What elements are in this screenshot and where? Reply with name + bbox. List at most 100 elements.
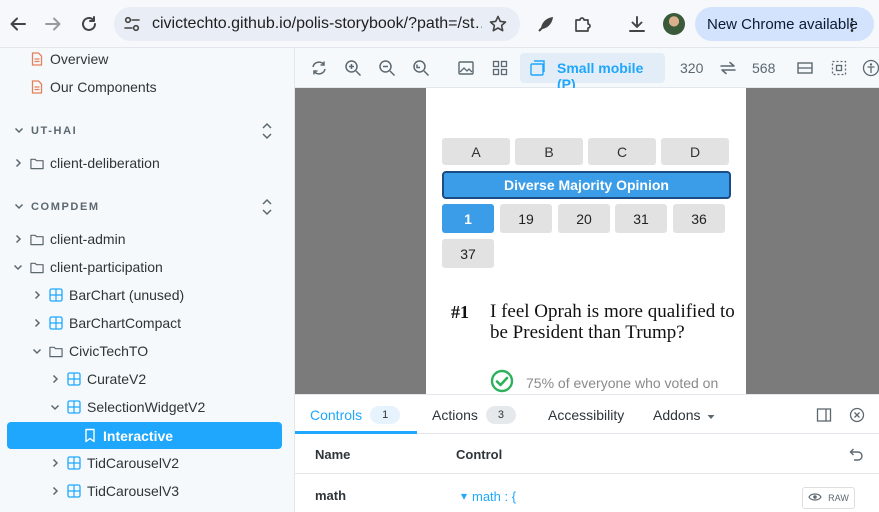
site-settings-icon[interactable] (123, 15, 141, 33)
tab-label: Controls (310, 407, 363, 423)
table-row: math ▾ math : { RAW (295, 474, 879, 512)
tab-accessibility[interactable]: Accessibility (548, 395, 624, 435)
sidebar-item-selectionwidgetv2[interactable]: SelectionWidgetV2 (49, 394, 205, 420)
tab-label: Actions (432, 407, 478, 423)
agree-summary-text: 75% of everyone who voted on (526, 375, 719, 391)
panel-orientation-icon[interactable] (814, 405, 834, 425)
outline-icon[interactable] (829, 58, 849, 78)
chevron-right-icon (49, 373, 61, 385)
sidebar-item-label: BarChart (unused) (69, 287, 185, 303)
chevron-down-icon (12, 261, 24, 273)
viewport-icon (528, 59, 546, 82)
section-compdem[interactable]: COMPDEM (14, 197, 100, 217)
statement-number: #1 (451, 302, 469, 322)
sidebar-item-barchartcompact[interactable]: BarChartCompact (31, 310, 181, 336)
tab-label: Addons (653, 407, 701, 423)
sidebar-item-label: Overview (50, 51, 109, 67)
group-tab-a[interactable]: A (442, 138, 510, 165)
grid-icon[interactable] (490, 58, 510, 78)
expand-collapse-icon[interactable] (260, 198, 274, 216)
folder-icon (30, 232, 44, 246)
object-editor-value[interactable]: math : { (472, 489, 516, 504)
sidebar-item-client-admin[interactable]: client-admin (12, 226, 125, 252)
storybook-sidebar: Overview Our Components UT-HAI client-de… (0, 48, 295, 512)
folder-icon (30, 156, 44, 170)
sidebar-item-label: Our Components (50, 79, 157, 95)
zoom-out-icon[interactable] (377, 58, 397, 78)
sidebar-item-interactive[interactable]: Interactive (7, 422, 282, 449)
control-name: math (315, 488, 347, 503)
tab-label: Accessibility (548, 407, 625, 423)
sidebar-item-curatev2[interactable]: CurateV2 (49, 366, 146, 392)
eye-icon (808, 492, 822, 504)
download-icon[interactable] (626, 13, 648, 35)
remount-icon[interactable] (309, 58, 329, 78)
reload-icon[interactable] (77, 12, 101, 36)
zoom-in-icon[interactable] (343, 58, 363, 78)
sidebar-item-client-deliberation[interactable]: client-deliberation (12, 150, 160, 176)
sidebar-item-client-participation[interactable]: client-participation (12, 254, 163, 280)
group-tab-d[interactable]: D (661, 138, 729, 165)
close-panel-icon[interactable] (847, 405, 867, 425)
address-bar[interactable]: civictechto.github.io/polis-storybook/?p… (114, 7, 520, 41)
story-iframe: A B C D Diverse Majority Opinion 1 19 20… (426, 88, 746, 394)
tab-controls[interactable]: Controls 1 (310, 395, 401, 435)
raw-toggle-button[interactable]: RAW (802, 487, 855, 509)
reset-controls-icon[interactable] (848, 446, 864, 467)
statement-button-1[interactable]: 1 (442, 204, 494, 233)
statement-button-20[interactable]: 20 (558, 204, 610, 233)
folder-icon (30, 260, 44, 274)
group-tab-b[interactable]: B (515, 138, 583, 165)
back-arrow-icon[interactable] (6, 12, 30, 36)
accessibility-icon[interactable] (861, 58, 879, 78)
sidebar-item-label: client-admin (50, 231, 126, 247)
rocket-extension-icon[interactable] (535, 13, 557, 35)
expand-collapse-icon[interactable] (260, 122, 274, 140)
expand-object-icon[interactable]: ▾ (461, 489, 467, 503)
sidebar-item-tidcarouselv3[interactable]: TidCarouselV3 (49, 478, 179, 504)
viewport-width[interactable]: 320 (680, 60, 703, 76)
section-label: UT-HAI (31, 125, 78, 137)
more-menu-icon[interactable]: ⋮ (844, 15, 860, 35)
section-label: COMPDEM (31, 201, 100, 213)
group-tab-c[interactable]: C (588, 138, 656, 165)
url-text[interactable]: civictechto.github.io/polis-storybook/?p… (152, 15, 482, 33)
extensions-puzzle-icon[interactable] (571, 13, 593, 35)
forward-arrow-icon[interactable] (41, 12, 65, 36)
zoom-reset-icon[interactable] (411, 58, 431, 78)
profile-avatar[interactable] (663, 13, 685, 35)
measure-icon[interactable] (795, 58, 815, 78)
viewport-height[interactable]: 568 (752, 60, 775, 76)
background-image-icon[interactable] (456, 58, 476, 78)
rotate-viewport-icon[interactable] (718, 58, 738, 78)
sidebar-item-civictechto[interactable]: CivicTechTO (31, 338, 148, 364)
statement-button-19[interactable]: 19 (500, 204, 552, 233)
statement-button-36[interactable]: 36 (673, 204, 725, 233)
document-icon (30, 52, 44, 66)
majority-opinion-button[interactable]: Diverse Majority Opinion (442, 171, 731, 199)
bookmark-star-icon[interactable] (488, 14, 508, 34)
tab-addons-menu[interactable]: Addons (653, 395, 715, 435)
addons-tab-bar: Controls 1 Actions 3 Accessibility Addon… (295, 394, 879, 434)
sidebar-item-tidcarouselv2[interactable]: TidCarouselV2 (49, 450, 179, 476)
sidebar-item-label: client-deliberation (50, 155, 160, 171)
chrome-update-button[interactable]: New Chrome available ⋮ (695, 7, 874, 41)
statement-button-31[interactable]: 31 (615, 204, 667, 233)
viewport-selector[interactable]: Small mobile (P) (520, 53, 665, 92)
chevron-right-icon (12, 233, 24, 245)
bookmark-icon (84, 428, 96, 446)
tab-actions[interactable]: Actions 3 (432, 395, 516, 435)
actions-count-badge: 3 (485, 406, 516, 424)
sidebar-item-our-components[interactable]: Our Components (30, 74, 157, 100)
browser-toolbar: civictechto.github.io/polis-storybook/?p… (0, 0, 879, 48)
sidebar-item-barchart-unused[interactable]: BarChart (unused) (31, 282, 184, 308)
document-icon (30, 80, 44, 94)
sidebar-item-overview[interactable]: Overview (30, 46, 108, 72)
sidebar-item-label: CurateV2 (87, 371, 147, 387)
preview-toolbar: Small mobile (P) 320 568 (295, 48, 879, 92)
sidebar-item-label: client-participation (50, 259, 163, 275)
chevron-down-icon (31, 345, 43, 357)
caret-down-icon (707, 407, 715, 423)
section-ut-hai[interactable]: UT-HAI (14, 121, 77, 141)
statement-button-37[interactable]: 37 (442, 239, 494, 268)
